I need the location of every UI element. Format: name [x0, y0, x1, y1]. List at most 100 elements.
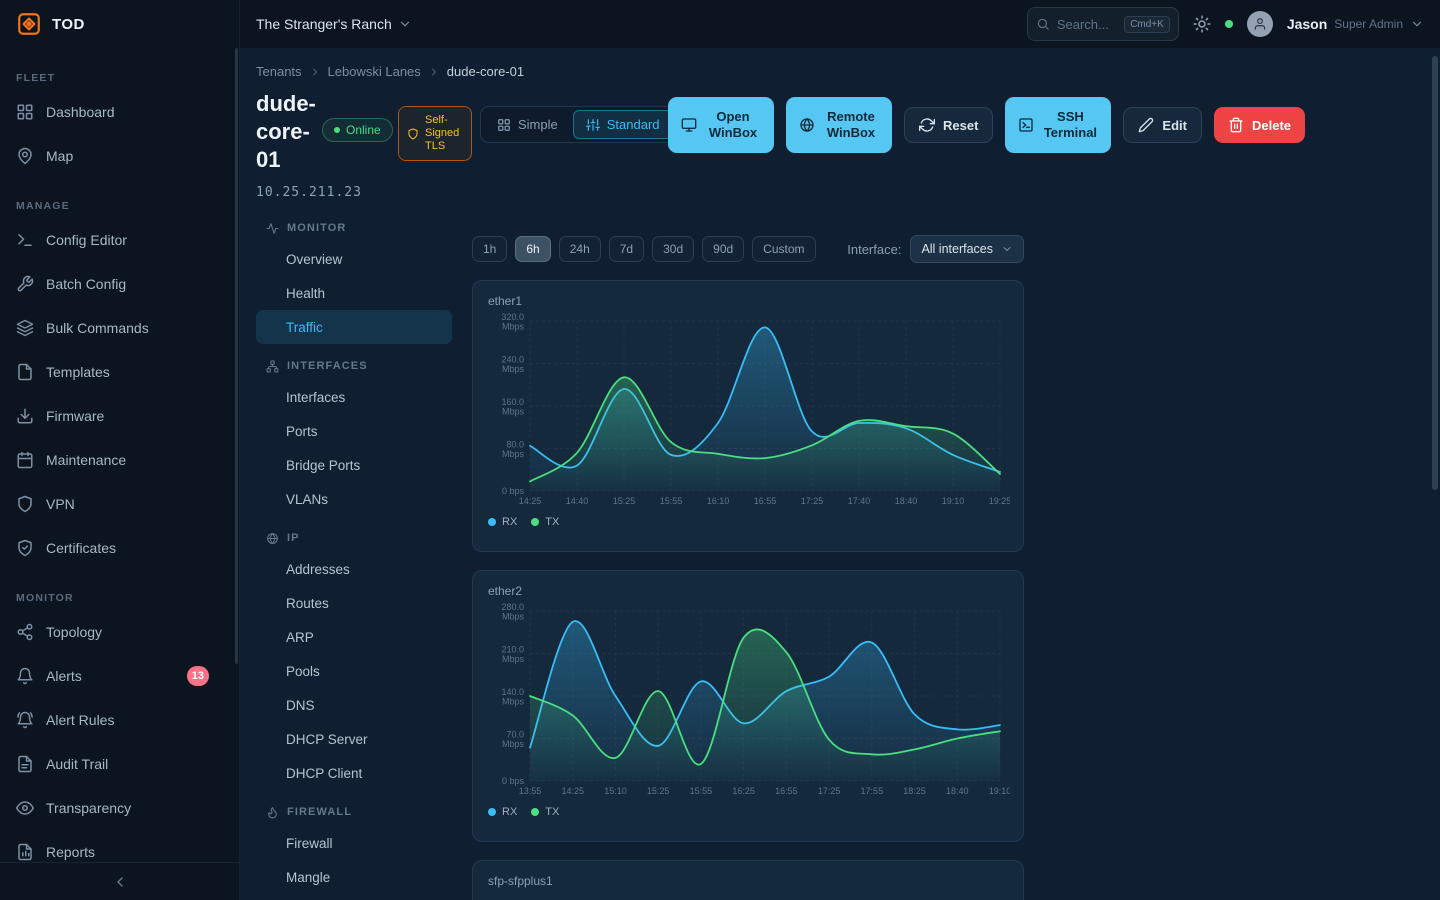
button-label: SSH Terminal: [1042, 109, 1098, 141]
svg-text:13:55: 13:55: [519, 786, 542, 796]
view-standard-segment[interactable]: Standard: [573, 110, 673, 139]
svg-text:17:25: 17:25: [801, 496, 824, 506]
user-role: Super Admin: [1334, 17, 1403, 31]
subnav-item-firewall[interactable]: Firewall: [256, 826, 452, 860]
sidebar-item-alert-rules[interactable]: Alert Rules: [0, 698, 239, 742]
subnav-item-routes[interactable]: Routes: [256, 586, 452, 620]
delete-button[interactable]: Delete: [1214, 107, 1305, 143]
app-logo[interactable]: TOD: [0, 0, 239, 48]
svg-text:0 bps: 0 bps: [502, 776, 525, 786]
avatar[interactable]: [1247, 11, 1273, 37]
sidebar-item-topology[interactable]: Topology: [0, 610, 239, 654]
sidebar-item-map[interactable]: Map: [0, 134, 239, 178]
ssh-terminal-button[interactable]: SSH Terminal: [1005, 97, 1111, 153]
subnav-item-arp[interactable]: ARP: [256, 620, 452, 654]
subnav-item-traffic[interactable]: Traffic: [256, 310, 452, 344]
interface-select[interactable]: All interfaces: [910, 235, 1024, 263]
legend-dot: [488, 808, 496, 816]
svg-text:210.0Mbps: 210.0Mbps: [501, 645, 524, 665]
legend-dot: [488, 518, 496, 526]
range-1h-button[interactable]: 1h: [472, 236, 507, 262]
subnav-item-vlans[interactable]: VLANs: [256, 482, 452, 516]
shield-icon: [407, 128, 419, 140]
subnav-item-mangle[interactable]: Mangle: [256, 860, 452, 894]
sidebar-section-label-fleet: FLEET: [16, 72, 223, 84]
edit-button[interactable]: Edit: [1123, 107, 1202, 143]
breadcrumb-tenant[interactable]: Lebowski Lanes: [328, 64, 421, 79]
interface-filter: Interface: All interfaces: [847, 235, 1024, 263]
range-24h-button[interactable]: 24h: [559, 236, 601, 262]
sidebar-item-batch-config[interactable]: Batch Config: [0, 262, 239, 306]
legend-item-tx[interactable]: TX: [531, 806, 559, 818]
subnav-item-overview[interactable]: Overview: [256, 242, 452, 276]
sidebar-item-label: Alerts: [46, 668, 82, 684]
file-icon: [16, 363, 34, 381]
sidebar-item-maintenance[interactable]: Maintenance: [0, 438, 239, 482]
page-scrollbar[interactable]: [1432, 56, 1438, 490]
breadcrumb-device: dude-core-01: [447, 64, 524, 79]
legend-item-tx[interactable]: TX: [531, 516, 559, 528]
legend-item-rx[interactable]: RX: [488, 806, 517, 818]
chevron-down-icon: [1410, 17, 1424, 31]
bell-ring-icon: [16, 711, 34, 729]
subnav-item-interfaces[interactable]: Interfaces: [256, 380, 452, 414]
theme-toggle-button[interactable]: [1193, 15, 1211, 33]
svg-text:280.0Mbps: 280.0Mbps: [501, 603, 524, 622]
range-custom-button[interactable]: Custom: [752, 236, 815, 262]
user-menu[interactable]: Jason Super Admin: [1287, 16, 1424, 32]
tenant-selector[interactable]: The Stranger's Ranch: [256, 16, 412, 32]
remote-winbox-button[interactable]: Remote WinBox: [786, 97, 892, 153]
sidebar-item-transparency[interactable]: Transparency: [0, 786, 239, 830]
chart-plot-ether1: 320.0Mbps240.0Mbps160.0Mbps80.0Mbps0 bps…: [486, 313, 1010, 511]
grid-icon: [16, 103, 34, 121]
search-input[interactable]: Search... Cmd+K: [1027, 7, 1179, 41]
reset-button[interactable]: Reset: [904, 107, 993, 143]
view-simple-segment[interactable]: Simple: [484, 110, 571, 139]
open-winbox-button[interactable]: Open WinBox: [668, 97, 774, 153]
sidebar-item-config-editor[interactable]: Config Editor: [0, 218, 239, 262]
svg-text:16:55: 16:55: [775, 786, 798, 796]
subnav-item-ports[interactable]: Ports: [256, 414, 452, 448]
sidebar: TOD FLEETDashboardMapMANAGEConfig Editor…: [0, 0, 240, 900]
range-7d-button[interactable]: 7d: [609, 236, 644, 262]
subnav-item-addresses[interactable]: Addresses: [256, 552, 452, 586]
subnav-item-dhcp-server[interactable]: DHCP Server: [256, 722, 452, 756]
connection-status-dot: [1225, 20, 1233, 28]
sidebar-item-templates[interactable]: Templates: [0, 350, 239, 394]
svg-text:19:25: 19:25: [989, 496, 1010, 506]
breadcrumb-tenants[interactable]: Tenants: [256, 64, 302, 79]
range-6h-button[interactable]: 6h: [515, 236, 550, 262]
topbar: The Stranger's Ranch Search... Cmd+K Jas…: [240, 0, 1440, 48]
sidebar-item-vpn[interactable]: VPN: [0, 482, 239, 526]
subnav-group-firewall: FIREWALL: [266, 804, 444, 820]
time-range-group: 1h 6h 24h 7d 30d 90d Custom: [472, 236, 816, 262]
button-label: Remote WinBox: [823, 109, 879, 141]
sidebar-item-bulk-commands[interactable]: Bulk Commands: [0, 306, 239, 350]
sidebar-item-certificates[interactable]: Certificates: [0, 526, 239, 570]
search-icon: [1036, 17, 1050, 31]
sidebar-item-alerts[interactable]: Alerts13: [0, 654, 239, 698]
chart-legend: RX TX: [486, 516, 1010, 528]
subnav-item-pools[interactable]: Pools: [256, 654, 452, 688]
subnav-item-bridge-ports[interactable]: Bridge Ports: [256, 448, 452, 482]
svg-text:17:25: 17:25: [818, 786, 841, 796]
subnav-item-addr-lists[interactable]: Addr Lists: [256, 894, 452, 900]
sidebar-item-audit-trail[interactable]: Audit Trail: [0, 742, 239, 786]
subnav-item-dns[interactable]: DNS: [256, 688, 452, 722]
legend-item-rx[interactable]: RX: [488, 516, 517, 528]
shield-icon: [16, 495, 34, 513]
svg-text:15:55: 15:55: [690, 786, 713, 796]
bell-icon: [16, 667, 34, 685]
device-actions: Open WinBox Remote WinBox Reset SSH Termina…: [668, 97, 1305, 153]
sidebar-collapse-button[interactable]: [0, 862, 239, 900]
range-30d-button[interactable]: 30d: [652, 236, 694, 262]
sidebar-nav: FLEETDashboardMapMANAGEConfig EditorBatc…: [0, 72, 239, 874]
sidebar-item-dashboard[interactable]: Dashboard: [0, 90, 239, 134]
sidebar-scrollbar[interactable]: [235, 48, 238, 664]
calendar-icon: [16, 451, 34, 469]
range-90d-button[interactable]: 90d: [702, 236, 744, 262]
sidebar-item-firmware[interactable]: Firmware: [0, 394, 239, 438]
subnav-item-dhcp-client[interactable]: DHCP Client: [256, 756, 452, 790]
sidebar-item-label: Transparency: [46, 800, 131, 816]
subnav-item-health[interactable]: Health: [256, 276, 452, 310]
